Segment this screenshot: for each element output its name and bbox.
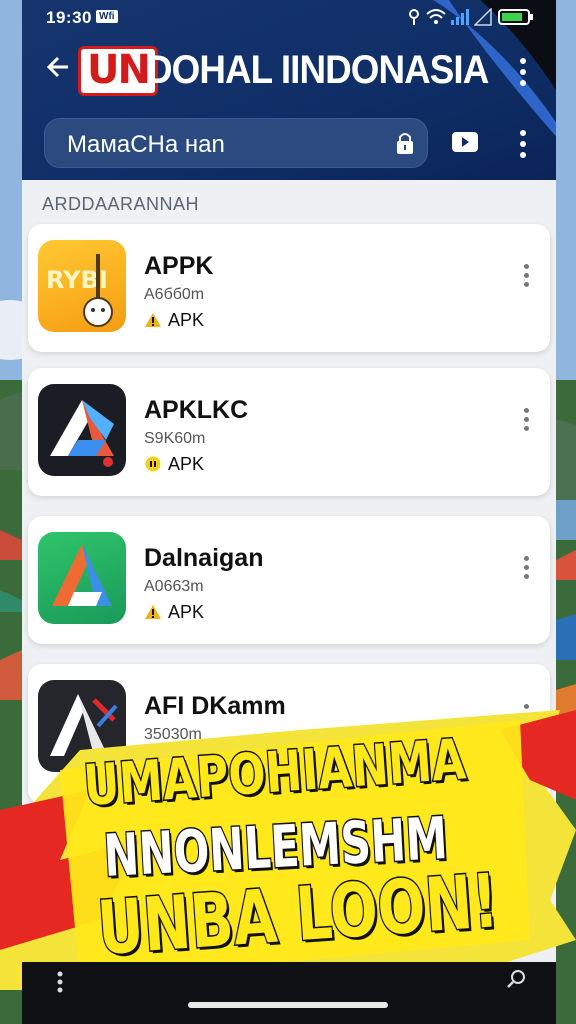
card-menu-icon[interactable] bbox=[524, 264, 530, 287]
app-card[interactable]: Dalnaigan A0663m APK bbox=[28, 516, 550, 644]
back-arrow-icon[interactable] bbox=[44, 54, 74, 84]
battery-icon bbox=[498, 9, 533, 25]
search-icon[interactable] bbox=[506, 968, 528, 990]
app-title: DOHAL IINDONASIA bbox=[146, 48, 489, 92]
play-button[interactable] bbox=[452, 132, 478, 152]
app-name: APPK bbox=[144, 252, 214, 280]
signal-empty-icon bbox=[474, 8, 492, 26]
app-size: A6бб0m bbox=[144, 286, 205, 303]
app-size: A0663m bbox=[144, 578, 204, 595]
app-card[interactable]: RYBI APPK A6бб0m APK bbox=[28, 224, 550, 352]
warning-icon bbox=[145, 313, 161, 327]
app-type: APK bbox=[168, 310, 205, 330]
app-card[interactable]: APKLKC S9K60m APK bbox=[28, 368, 550, 496]
card-menu-icon[interactable] bbox=[524, 556, 530, 579]
search-input[interactable] bbox=[67, 131, 367, 159]
app-type: APK bbox=[168, 602, 205, 622]
search-bar bbox=[44, 118, 428, 168]
app-type: APK bbox=[168, 454, 205, 474]
title-row: UN DOHAL IINDONASIA bbox=[22, 40, 556, 104]
home-indicator[interactable] bbox=[188, 1002, 388, 1008]
status-time: 19:30 bbox=[46, 8, 92, 27]
bottom-navigation-bar bbox=[22, 962, 556, 1024]
guitar-app-icon: RYBI bbox=[38, 240, 126, 332]
header-menu-icon[interactable] bbox=[518, 58, 528, 86]
section-label: ARDDAARANNAH bbox=[42, 194, 200, 214]
status-badge: Wfi bbox=[96, 10, 118, 23]
app-name: APKLKC bbox=[144, 396, 249, 424]
triangle-app-icon bbox=[38, 532, 126, 624]
signal-icon bbox=[451, 9, 469, 25]
drive-app-icon bbox=[38, 384, 126, 476]
location-icon bbox=[409, 9, 419, 25]
more-dots-icon[interactable] bbox=[56, 970, 64, 994]
app-size: S9K60m bbox=[144, 430, 206, 447]
card-menu-icon[interactable] bbox=[524, 408, 530, 431]
promo-banner: UMAPOHIANMA NNONLEMSHM UNBA LOON! bbox=[0, 690, 576, 990]
warning-icon bbox=[145, 605, 161, 619]
app-name: Dalnaigan bbox=[144, 544, 264, 572]
badge-icon bbox=[145, 456, 161, 472]
status-bar: 19:30 Wfi bbox=[22, 0, 556, 36]
app-header: 19:30 Wfi UN DOHAL IINDONASIA bbox=[22, 0, 556, 180]
search-menu-icon[interactable] bbox=[518, 130, 528, 158]
lock-icon[interactable] bbox=[395, 131, 415, 155]
wifi-icon bbox=[426, 9, 446, 24]
